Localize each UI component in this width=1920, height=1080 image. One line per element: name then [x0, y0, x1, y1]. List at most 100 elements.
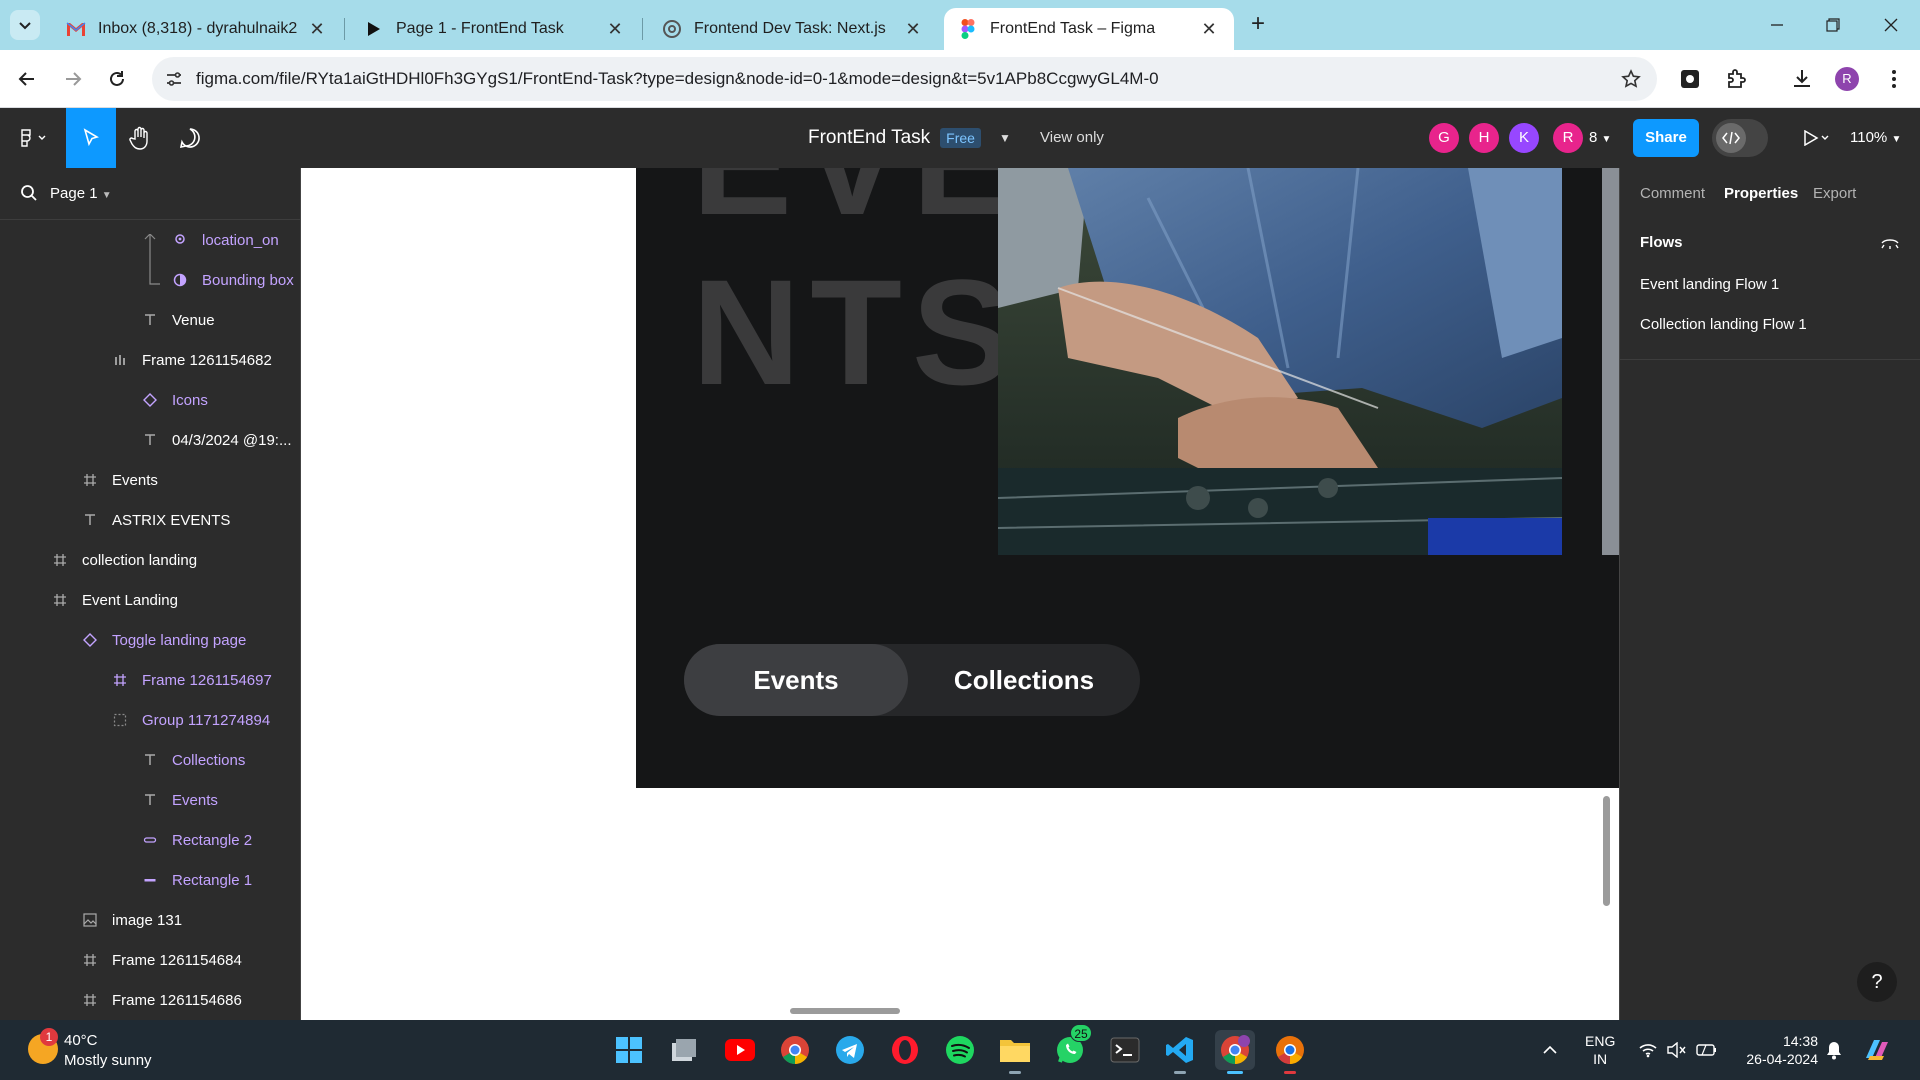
- file-title-area[interactable]: FrontEnd Task Free ▼: [808, 108, 1011, 168]
- tab-search-button[interactable]: [10, 10, 40, 40]
- extension-icon[interactable]: [1676, 65, 1704, 93]
- restore-icon[interactable]: [1818, 12, 1848, 38]
- share-button[interactable]: Share: [1633, 119, 1699, 157]
- layer-row[interactable]: Toggle landing page: [80, 620, 246, 660]
- flows-toggle-icon[interactable]: [1880, 236, 1900, 255]
- design-canvas[interactable]: EVE NTS: [302, 168, 1619, 1020]
- taskbar-chrome-profile[interactable]: [1215, 1030, 1255, 1074]
- page-selector[interactable]: Page 1 ▼: [0, 168, 300, 220]
- layer-row[interactable]: Events: [140, 780, 218, 820]
- move-tool[interactable]: [66, 108, 116, 168]
- layer-row[interactable]: Venue: [140, 300, 215, 340]
- taskbar-chrome[interactable]: [775, 1030, 815, 1070]
- layer-row[interactable]: collection landing: [50, 540, 197, 580]
- show-hidden-icons-chevron-up-icon[interactable]: [1542, 1020, 1558, 1080]
- taskbar-youtube[interactable]: [720, 1030, 760, 1070]
- collaborator-avatar-h[interactable]: H: [1469, 123, 1499, 153]
- search-icon[interactable]: [20, 184, 38, 207]
- tab-comment[interactable]: Comment: [1640, 168, 1705, 220]
- close-tab-icon[interactable]: ✕: [1198, 18, 1220, 40]
- volume-muted-icon[interactable]: [1666, 1020, 1686, 1080]
- task-view-button[interactable]: [664, 1030, 704, 1070]
- layer-row[interactable]: Frame 1261154686: [80, 980, 242, 1020]
- close-tab-icon[interactable]: ✕: [306, 18, 328, 40]
- zoom-level[interactable]: 110% ▼: [1850, 108, 1901, 168]
- figma-main-menu[interactable]: [12, 108, 56, 168]
- help-button[interactable]: ?: [1857, 962, 1897, 1002]
- site-settings-icon[interactable]: [162, 67, 186, 91]
- chevron-down-icon[interactable]: ▼: [999, 131, 1011, 145]
- extensions-puzzle-icon[interactable]: [1722, 65, 1750, 93]
- page-name[interactable]: Page 1 ▼: [50, 168, 112, 222]
- dj-photo[interactable]: [998, 168, 1562, 555]
- collaborator-avatar-k[interactable]: K: [1509, 123, 1539, 153]
- browser-tab-page1[interactable]: Page 1 - FrontEnd Task ✕: [350, 8, 640, 50]
- layer-row[interactable]: Frame 1261154697: [110, 660, 272, 700]
- taskbar-whatsapp[interactable]: 25: [1050, 1024, 1092, 1070]
- battery-icon[interactable]: [1696, 1020, 1718, 1080]
- browser-tab-chatgpt[interactable]: Frontend Dev Task: Next.js ✕: [648, 8, 938, 50]
- browser-tab-figma[interactable]: FrontEnd Task – Figma ✕: [944, 8, 1234, 50]
- forward-arrow-icon[interactable]: [58, 64, 88, 94]
- layer-row[interactable]: ASTRIX EVENTS: [80, 500, 230, 540]
- copilot-icon[interactable]: [1862, 1020, 1892, 1080]
- taskbar-spotify[interactable]: [940, 1030, 980, 1070]
- layer-row[interactable]: Events: [80, 460, 158, 500]
- layer-row[interactable]: Bounding box: [170, 260, 294, 300]
- layer-row[interactable]: location_on: [170, 220, 279, 260]
- address-bar[interactable]: figma.com/file/RYta1aiGtHDHl0Fh3GYgS1/Fr…: [152, 57, 1657, 101]
- running-indicator: [1284, 1071, 1296, 1074]
- wifi-icon[interactable]: [1638, 1020, 1658, 1080]
- tab-export[interactable]: Export: [1813, 168, 1856, 220]
- vertical-scrollbar[interactable]: [1603, 796, 1610, 906]
- layer-row[interactable]: Frame 1261154682: [110, 340, 272, 380]
- layer-row[interactable]: 04/3/2024 @19:...: [140, 420, 291, 460]
- layer-row[interactable]: Rectangle 2: [140, 820, 252, 860]
- present-button[interactable]: [1796, 108, 1836, 168]
- reload-icon[interactable]: [102, 64, 132, 94]
- layer-row[interactable]: Frame 1261154684: [80, 940, 242, 980]
- properties-panel: Comment Properties Export Flows Event la…: [1619, 168, 1920, 1020]
- minimize-icon[interactable]: [1762, 12, 1792, 38]
- back-arrow-icon[interactable]: [12, 64, 42, 94]
- layer-row[interactable]: Group 1171274894: [110, 700, 270, 740]
- new-tab-button[interactable]: +: [1245, 12, 1271, 38]
- notification-bell-icon[interactable]: [1825, 1020, 1843, 1080]
- input-language-indicator[interactable]: ENG IN: [1585, 1032, 1615, 1068]
- close-tab-icon[interactable]: ✕: [902, 18, 924, 40]
- hand-tool[interactable]: [118, 108, 162, 168]
- close-window-icon[interactable]: [1876, 12, 1906, 38]
- collaborator-avatar-g[interactable]: G: [1429, 123, 1459, 153]
- layer-row[interactable]: Rectangle 1: [140, 860, 252, 900]
- layer-row[interactable]: image 131: [80, 900, 182, 940]
- start-button[interactable]: [609, 1030, 649, 1070]
- download-icon[interactable]: [1788, 65, 1816, 93]
- layer-row[interactable]: Event Landing: [50, 580, 178, 620]
- tab-properties[interactable]: Properties: [1724, 168, 1798, 220]
- comment-tool[interactable]: [168, 108, 212, 168]
- profile-avatar[interactable]: R: [1835, 67, 1859, 91]
- horizontal-scrollbar[interactable]: [790, 1008, 900, 1014]
- dev-mode-toggle[interactable]: [1712, 119, 1768, 157]
- close-tab-icon[interactable]: ✕: [604, 18, 626, 40]
- toggle-events-option[interactable]: Events: [684, 644, 908, 716]
- layer-row[interactable]: Collections: [140, 740, 245, 780]
- bookmark-star-icon[interactable]: [1619, 67, 1643, 91]
- flow-item-collection-landing[interactable]: Collection landing Flow 1: [1640, 316, 1807, 333]
- taskbar-terminal[interactable]: [1105, 1030, 1145, 1070]
- layer-row[interactable]: Icons: [140, 380, 208, 420]
- collaborator-count[interactable]: 8 ▼: [1589, 108, 1611, 168]
- toggle-collections-option[interactable]: Collections: [908, 644, 1140, 716]
- collaborator-avatar-r[interactable]: R: [1553, 123, 1583, 153]
- taskbar-opera[interactable]: [885, 1030, 925, 1070]
- event-landing-frame[interactable]: EVE NTS: [636, 168, 1619, 788]
- taskbar-chrome-canary[interactable]: [1270, 1030, 1310, 1074]
- taskbar-file-explorer[interactable]: [995, 1030, 1035, 1074]
- taskbar-telegram[interactable]: [830, 1030, 870, 1070]
- events-collections-toggle[interactable]: Events Collections: [684, 644, 1140, 716]
- browser-tab-gmail[interactable]: Inbox (8,318) - dyrahulnaik22@ ✕: [52, 8, 342, 50]
- system-clock[interactable]: 14:38 26-04-2024: [1738, 1032, 1818, 1068]
- flow-item-event-landing[interactable]: Event landing Flow 1: [1640, 276, 1779, 293]
- more-menu-icon[interactable]: [1880, 65, 1908, 93]
- taskbar-vscode[interactable]: [1160, 1030, 1200, 1074]
